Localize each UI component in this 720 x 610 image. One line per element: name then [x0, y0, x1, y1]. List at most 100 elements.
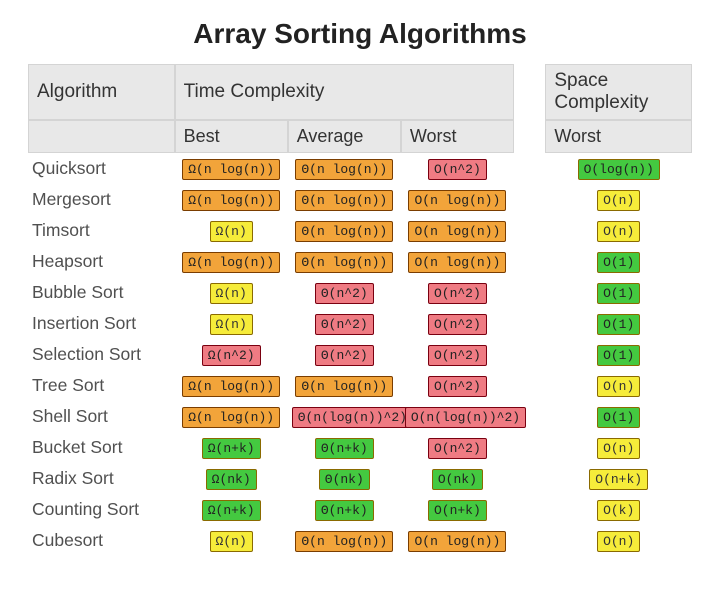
complexity-best: Ω(n log(n))	[182, 407, 280, 428]
cell: O(n^2)	[401, 153, 514, 184]
cell: O(1)	[545, 246, 692, 277]
algorithm-name: Timsort	[28, 215, 175, 246]
gap-cell	[514, 153, 545, 184]
complexity-best: Ω(n+k)	[202, 500, 261, 521]
table-row: Radix SortΩ(nk)Θ(nk)O(nk)O(n+k)	[28, 463, 692, 494]
cell: O(n log(n))	[401, 246, 514, 277]
complexity-average: Θ(n^2)	[315, 314, 374, 335]
algorithm-name: Tree Sort	[28, 370, 175, 401]
gap-cell	[514, 246, 545, 277]
complexity-best: Ω(n)	[210, 221, 253, 242]
cell: O(n)	[545, 370, 692, 401]
cell: O(n(log(n))^2)	[401, 401, 514, 432]
complexity-best: Ω(n)	[210, 531, 253, 552]
complexity-best: Ω(n+k)	[202, 438, 261, 459]
complexity-best: Ω(nk)	[206, 469, 257, 490]
header-row-1: Algorithm Time Complexity Space Complexi…	[28, 64, 692, 120]
cell: O(n)	[545, 215, 692, 246]
complexity-average: Θ(n+k)	[315, 500, 374, 521]
cell: O(n)	[545, 525, 692, 556]
complexity-worst: O(n^2)	[428, 314, 487, 335]
complexity-average: Θ(n(log(n))^2)	[292, 407, 413, 428]
complexity-space: O(n+k)	[589, 469, 648, 490]
complexity-worst: O(n(log(n))^2)	[405, 407, 526, 428]
cell: O(n log(n))	[401, 215, 514, 246]
gap-cell	[514, 184, 545, 215]
algorithm-name: Heapsort	[28, 246, 175, 277]
cell: O(1)	[545, 277, 692, 308]
cell: Θ(n+k)	[288, 432, 401, 463]
complexity-worst: O(n log(n))	[408, 531, 506, 552]
algorithm-name: Radix Sort	[28, 463, 175, 494]
gap-cell	[514, 463, 545, 494]
header-best: Best	[175, 120, 288, 153]
cell: Ω(nk)	[175, 463, 288, 494]
cell: Θ(nk)	[288, 463, 401, 494]
algorithm-name: Counting Sort	[28, 494, 175, 525]
cell: Ω(n+k)	[175, 494, 288, 525]
algorithm-name: Bucket Sort	[28, 432, 175, 463]
algorithm-name: Selection Sort	[28, 339, 175, 370]
cell: O(1)	[545, 339, 692, 370]
complexity-worst: O(n log(n))	[408, 221, 506, 242]
complexity-worst: O(n log(n))	[408, 252, 506, 273]
complexity-space: O(1)	[597, 314, 640, 335]
cell: Θ(n log(n))	[288, 525, 401, 556]
complexity-space: O(1)	[597, 252, 640, 273]
complexity-space: O(n)	[597, 190, 640, 211]
header-gap	[514, 120, 545, 153]
cell: Ω(n)	[175, 525, 288, 556]
table-row: MergesortΩ(n log(n))Θ(n log(n))O(n log(n…	[28, 184, 692, 215]
cell: Θ(n^2)	[288, 339, 401, 370]
complexity-average: Θ(n log(n))	[295, 531, 393, 552]
header-blank	[28, 120, 175, 153]
complexity-average: Θ(n log(n))	[295, 159, 393, 180]
cell: Ω(n^2)	[175, 339, 288, 370]
gap-cell	[514, 525, 545, 556]
complexity-average: Θ(n log(n))	[295, 252, 393, 273]
header-time: Time Complexity	[175, 64, 514, 120]
header-row-2: Best Average Worst Worst	[28, 120, 692, 153]
complexity-worst: O(n^2)	[428, 376, 487, 397]
gap-cell	[514, 277, 545, 308]
gap-cell	[514, 308, 545, 339]
header-gap	[514, 64, 545, 120]
table-row: Shell Sort Ω(n log(n)) Θ(n(log(n))^2)O(n(l…	[28, 401, 692, 432]
complexity-average: Θ(n log(n))	[295, 376, 393, 397]
complexity-best: Ω(n log(n))	[182, 159, 280, 180]
cell: O(1)	[545, 401, 692, 432]
cell: Ω(n)	[175, 215, 288, 246]
table-row: Insertion SortΩ(n)Θ(n^2)O(n^2)O(1)	[28, 308, 692, 339]
cell: Θ(n log(n))	[288, 370, 401, 401]
table-row: QuicksortΩ(n log(n))Θ(n log(n))O(n^2)O(l…	[28, 153, 692, 184]
complexity-average: Θ(n^2)	[315, 345, 374, 366]
complexity-space: O(k)	[597, 500, 640, 521]
complexity-average: Θ(n log(n))	[295, 190, 393, 211]
cell: O(n+k)	[401, 494, 514, 525]
cell: Ω(n log(n))	[175, 184, 288, 215]
algorithm-name: Cubesort	[28, 525, 175, 556]
table-row: Cubesort Ω(n) Θ(n log(n)) O(n log(n)) O(n)	[28, 525, 692, 556]
cell: Θ(n^2)	[288, 308, 401, 339]
complexity-space: O(1)	[597, 407, 640, 428]
table-row: Bubble SortΩ(n)Θ(n^2)O(n^2)O(1)	[28, 277, 692, 308]
complexity-worst: O(n^2)	[428, 438, 487, 459]
complexity-worst: O(n^2)	[428, 159, 487, 180]
algorithm-name: Quicksort	[28, 153, 175, 184]
cell: Θ(n log(n))	[288, 184, 401, 215]
algorithm-name: Shell Sort	[28, 401, 175, 432]
cell: Ω(n log(n))	[175, 370, 288, 401]
cell: O(n log(n))	[401, 184, 514, 215]
cell: Ω(n)	[175, 277, 288, 308]
complexity-best: Ω(n^2)	[202, 345, 261, 366]
table-row: TimsortΩ(n)Θ(n log(n))O(n log(n))O(n)	[28, 215, 692, 246]
header-average: Average	[288, 120, 401, 153]
complexity-best: Ω(n)	[210, 283, 253, 304]
cell: Θ(n(log(n))^2)	[288, 401, 401, 432]
cell: O(n log(n))	[401, 525, 514, 556]
algorithm-name: Bubble Sort	[28, 277, 175, 308]
cell: O(n^2)	[401, 432, 514, 463]
complexity-average: Θ(n+k)	[315, 438, 374, 459]
table-row: Bucket SortΩ(n+k)Θ(n+k)O(n^2)O(n)	[28, 432, 692, 463]
cell: Ω(n log(n))	[175, 153, 288, 184]
